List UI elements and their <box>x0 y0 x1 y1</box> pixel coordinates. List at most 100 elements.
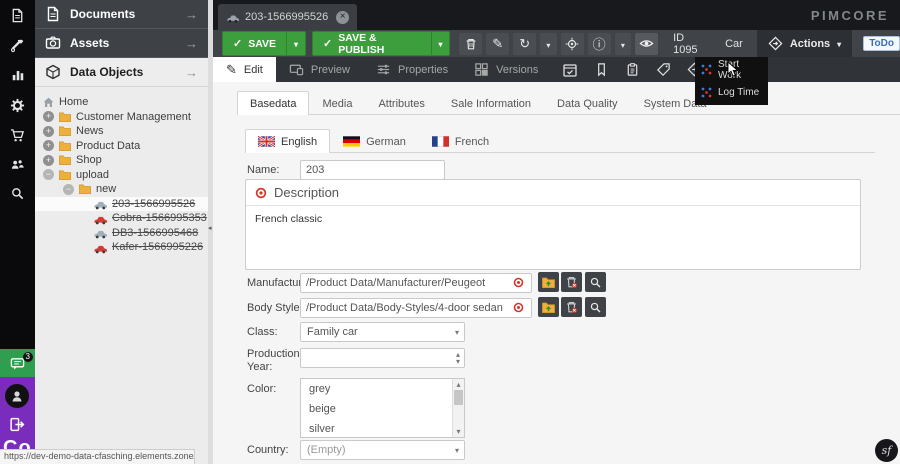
chevron-down-icon <box>294 38 298 50</box>
menu-item-log-time[interactable]: Log Time <box>695 81 768 104</box>
notes-button[interactable] <box>620 57 644 82</box>
panel-header-documents[interactable]: Documents <box>35 0 208 29</box>
save-publish-button[interactable]: SAVE & PUBLISH <box>312 31 450 56</box>
country-select[interactable]: (Empty) <box>300 440 465 460</box>
users-rail-icon[interactable] <box>0 150 35 178</box>
body-style-open-folder-button[interactable] <box>538 297 559 317</box>
color-option-silver[interactable]: silver <box>301 419 464 439</box>
collapse-icon[interactable] <box>63 184 74 195</box>
tree-item-label: Kafer-1566995226 <box>112 241 203 253</box>
tree-item-203[interactable]: 203-1566995526 <box>35 197 208 212</box>
tree-item-db3[interactable]: DB3-1566995468 <box>35 226 208 241</box>
open-preview-button[interactable] <box>635 33 658 55</box>
locate-in-tree-button[interactable] <box>561 33 584 55</box>
color-option-grey[interactable]: grey <box>301 379 464 399</box>
close-tab-icon[interactable] <box>336 11 349 24</box>
ecommerce-rail-icon[interactable] <box>0 120 35 150</box>
bookmark-button[interactable] <box>589 57 613 82</box>
panel-open-arrow-icon <box>185 7 198 22</box>
tree-item-home[interactable]: Home <box>35 95 208 110</box>
manufacturer-search-button[interactable] <box>585 272 606 292</box>
manufacturer-input[interactable] <box>300 273 532 293</box>
tab-lang-german[interactable]: German <box>330 129 419 153</box>
collapse-icon[interactable] <box>43 169 54 180</box>
color-multiselect[interactable]: grey beige silver <box>300 378 465 438</box>
collapse-sidebar-icon[interactable] <box>208 224 212 232</box>
body-style-search-button[interactable] <box>585 297 606 317</box>
color-option-beige[interactable]: beige <box>301 399 464 419</box>
tree-item-upload[interactable]: upload <box>35 168 208 183</box>
tab-edit[interactable]: Edit <box>213 57 276 82</box>
tab-lang-english[interactable]: English <box>245 129 330 153</box>
color-scrollbar[interactable] <box>452 379 464 437</box>
tab-versions[interactable]: Versions <box>461 57 551 82</box>
tab-data-quality[interactable]: Data Quality <box>544 91 631 115</box>
tab-lang-french[interactable]: French <box>419 129 502 153</box>
body-style-clear-button[interactable] <box>561 297 582 317</box>
car-icon <box>93 212 108 225</box>
reload-dropdown-button[interactable] <box>540 33 556 55</box>
rename-button[interactable] <box>486 33 509 55</box>
save-button[interactable]: SAVE <box>222 31 306 56</box>
description-editor[interactable]: French classic <box>246 206 860 269</box>
object-tab[interactable]: 203-1566995526 <box>218 4 357 30</box>
logout-icon[interactable] <box>9 416 26 433</box>
class-label: Class: <box>247 326 278 338</box>
spinner-arrows-icon[interactable] <box>456 351 460 365</box>
class-select[interactable]: Family car <box>300 322 465 342</box>
body-style-input[interactable] <box>300 298 532 318</box>
user-avatar[interactable] <box>5 384 29 408</box>
scroll-up-icon[interactable] <box>454 380 463 389</box>
schedule-button[interactable] <box>558 57 582 82</box>
documents-rail-icon[interactable] <box>0 0 35 30</box>
expand-icon[interactable] <box>43 155 54 166</box>
pimcore-logo: PIMCORE <box>811 8 889 23</box>
tree-item-cobra[interactable]: Cobra-1566995353 <box>35 211 208 226</box>
expand-icon[interactable] <box>43 111 54 122</box>
name-input[interactable] <box>300 160 445 180</box>
panel-header-data-objects[interactable]: Data Objects <box>35 58 208 87</box>
chevron-down-icon <box>455 444 459 456</box>
menu-item-label: Log Time <box>718 87 759 98</box>
tree-item-label: new <box>96 183 116 195</box>
tab-basedata[interactable]: Basedata <box>237 91 309 115</box>
tab-label: French <box>455 136 489 148</box>
tree-item-shop[interactable]: Shop <box>35 153 208 168</box>
expand-icon[interactable] <box>43 126 54 137</box>
tab-properties[interactable]: Properties <box>363 57 461 82</box>
manufacturer-open-folder-button[interactable] <box>538 272 559 292</box>
chat-button[interactable]: 3 <box>0 349 35 377</box>
manufacturer-clear-button[interactable] <box>561 272 582 292</box>
settings-rail-icon[interactable] <box>0 90 35 120</box>
actions-menu-button[interactable]: Actions <box>757 30 852 57</box>
search-rail-icon[interactable] <box>0 178 35 208</box>
tab-preview[interactable]: Preview <box>276 57 363 82</box>
info-button[interactable] <box>588 33 611 55</box>
delete-button[interactable] <box>459 33 482 55</box>
scrollbar-thumb[interactable] <box>454 390 463 405</box>
reload-button[interactable] <box>513 33 536 55</box>
tags-button[interactable] <box>651 57 675 82</box>
pencil-icon <box>226 62 237 78</box>
tab-attributes[interactable]: Attributes <box>365 91 437 115</box>
reports-rail-icon[interactable] <box>0 60 35 90</box>
tab-title: 203-1566995526 <box>245 11 328 23</box>
save-dropdown-button[interactable] <box>286 32 305 55</box>
tools-rail-icon[interactable] <box>0 30 35 60</box>
panel-header-assets[interactable]: Assets <box>35 29 208 58</box>
tree-item-new[interactable]: new <box>35 182 208 197</box>
production-year-spinner[interactable] <box>300 348 465 368</box>
tab-sale-information[interactable]: Sale Information <box>438 91 544 115</box>
tree-item-product-data[interactable]: Product Data <box>35 139 208 154</box>
tab-media[interactable]: Media <box>309 91 365 115</box>
info-dropdown-button[interactable] <box>615 33 631 55</box>
expand-icon[interactable] <box>43 140 54 151</box>
tree-item-news[interactable]: News <box>35 124 208 139</box>
tab-label: Properties <box>398 64 448 76</box>
bullseye-icon <box>513 302 524 313</box>
save-publish-dropdown-button[interactable] <box>431 32 449 55</box>
symfony-profiler-button[interactable]: sf <box>875 439 898 462</box>
tree-item-customer-management[interactable]: Customer Management <box>35 110 208 125</box>
tree-item-kafer[interactable]: Kafer-1566995226 <box>35 240 208 255</box>
scroll-down-icon[interactable] <box>454 427 463 436</box>
